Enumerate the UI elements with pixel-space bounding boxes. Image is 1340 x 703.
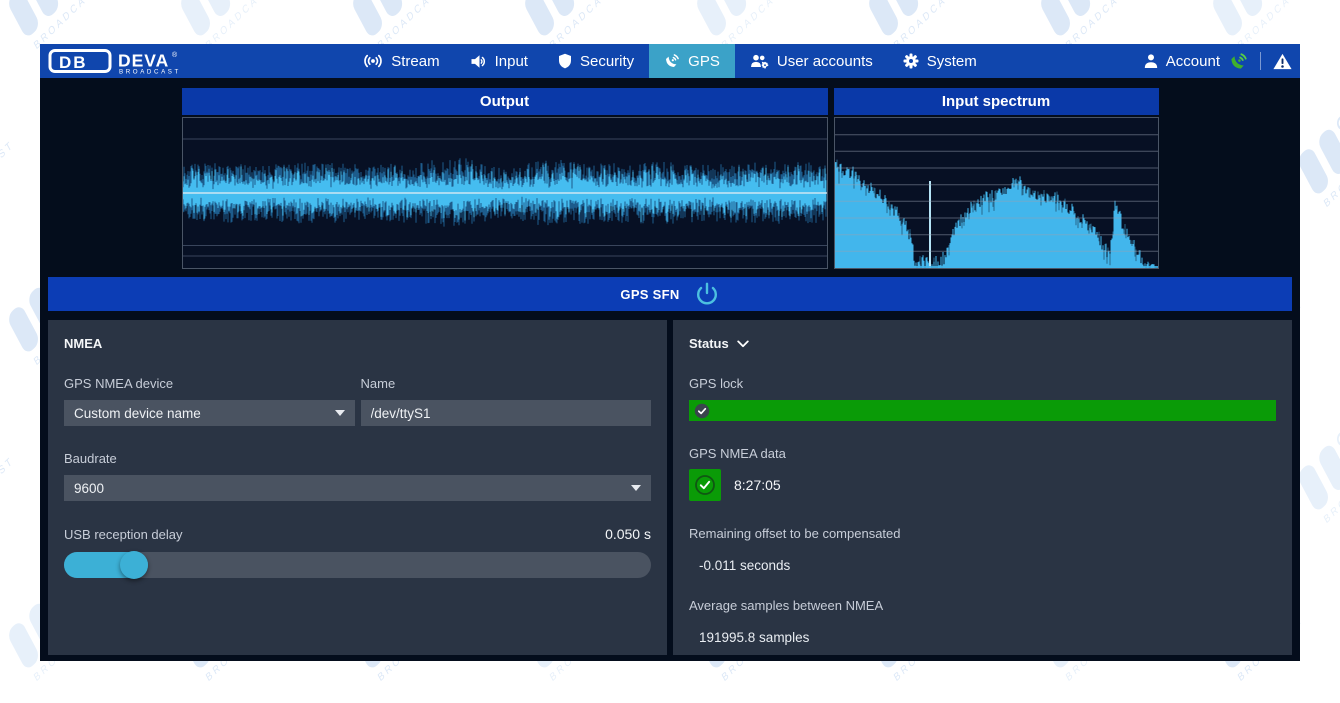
svg-text:DEVA: DEVA (118, 51, 169, 71)
input-icon (470, 54, 487, 69)
nav-tab-label: System (927, 53, 977, 70)
chevron-down-icon (335, 410, 345, 416)
output-chart-title: Output (182, 88, 828, 115)
gps-icon (664, 53, 680, 69)
nav-tab-security[interactable]: Security (543, 44, 649, 78)
svg-text:DB: DB (59, 53, 88, 72)
svg-text:BROADCAST: BROADCAST (119, 69, 181, 75)
check-circle-icon (694, 474, 716, 496)
security-icon (558, 53, 572, 69)
input-spectrum-chart (834, 117, 1159, 269)
settings-panels: NMEA GPS NMEA device Custom device name … (48, 320, 1292, 655)
nav-tab-label: Stream (391, 53, 439, 70)
average-samples-label: Average samples between NMEA (689, 598, 1276, 613)
nav-tab-input[interactable]: Input (455, 44, 543, 78)
status-panel-header[interactable]: Status (689, 336, 1276, 351)
nmea-last-time: 8:27:05 (734, 477, 781, 493)
nav-tab-label: User accounts (777, 53, 873, 70)
remaining-offset-label: Remaining offset to be compensated (689, 526, 1276, 541)
nav-tab-label: GPS (688, 53, 720, 70)
nav-tab-gps[interactable]: GPS (649, 44, 735, 78)
output-chart-panel: Output (182, 88, 828, 269)
nav-right-cluster: Account (1143, 44, 1292, 78)
gps-lock-status-bar (689, 400, 1276, 421)
nav-menu: Stream Input Security GPS (40, 44, 1300, 78)
top-nav-bar: DB DEVA ® BROADCAST Stream Input (40, 44, 1300, 78)
check-circle-icon (694, 403, 710, 419)
chevron-down-icon (737, 340, 749, 348)
baudrate-select[interactable]: 9600 (64, 475, 651, 501)
spectrum-chart-panel: Input spectrum (834, 88, 1159, 269)
account-menu[interactable]: Account (1143, 53, 1220, 70)
nmea-ok-badge (689, 469, 721, 501)
slider-track[interactable] (64, 552, 651, 578)
user-accounts-icon (750, 53, 769, 69)
account-label: Account (1166, 53, 1220, 70)
charts-row: Output Input spectrum (40, 88, 1300, 269)
usb-reception-delay-slider[interactable] (64, 552, 651, 578)
deva-broadcast-logo: DB DEVA ® BROADCAST (48, 48, 220, 74)
baudrate-value: 9600 (74, 481, 104, 496)
account-icon (1143, 53, 1159, 69)
device-web-ui: DB DEVA ® BROADCAST Stream Input (40, 44, 1300, 661)
nmea-panel-title: NMEA (64, 336, 651, 351)
remaining-offset-value: -0.011 seconds (689, 558, 1276, 573)
nav-tab-label: Security (580, 53, 634, 70)
nav-tab-user-accounts[interactable]: User accounts (735, 44, 888, 78)
gps-nmea-data-row: 8:27:05 (689, 469, 1276, 501)
spectrum-chart-title: Input spectrum (834, 88, 1159, 115)
slider-handle[interactable] (120, 551, 148, 579)
status-panel: Status GPS lock GPS NMEA data 8:27:05 (673, 320, 1292, 655)
average-samples-value: 191995.8 samples (689, 630, 1276, 645)
nav-tab-label: Input (495, 53, 528, 70)
nav-divider (1260, 52, 1261, 70)
nav-tab-stream[interactable]: Stream (348, 44, 454, 78)
stream-icon (363, 54, 383, 68)
gps-lock-label: GPS lock (689, 376, 1276, 391)
alert-warning-icon[interactable] (1273, 53, 1292, 70)
baudrate-label: Baudrate (64, 451, 651, 466)
nmea-panel: NMEA GPS NMEA device Custom device name … (48, 320, 667, 655)
usb-reception-delay-value: 0.050 s (605, 526, 651, 542)
chevron-down-icon (631, 485, 641, 491)
power-icon[interactable] (694, 281, 720, 307)
gps-connection-status-icon[interactable] (1229, 52, 1248, 71)
svg-text:®: ® (172, 51, 178, 59)
gps-nmea-device-select[interactable]: Custom device name (64, 400, 355, 426)
gps-sfn-section-bar: GPS SFN (48, 277, 1292, 311)
usb-reception-delay-label: USB reception delay (64, 527, 183, 542)
system-icon (903, 53, 919, 69)
nav-tab-system[interactable]: System (888, 44, 992, 78)
deva-logo-icon: DB DEVA ® BROADCAST (48, 48, 220, 74)
status-title: Status (689, 336, 729, 351)
gps-sfn-label: GPS SFN (620, 287, 679, 302)
gps-nmea-device-label: GPS NMEA device (64, 376, 355, 391)
gps-nmea-data-label: GPS NMEA data (689, 446, 1276, 461)
output-waveform-chart (182, 117, 828, 269)
device-name-label: Name (361, 376, 652, 391)
device-name-input[interactable] (361, 400, 652, 426)
gps-nmea-device-value: Custom device name (74, 406, 201, 421)
